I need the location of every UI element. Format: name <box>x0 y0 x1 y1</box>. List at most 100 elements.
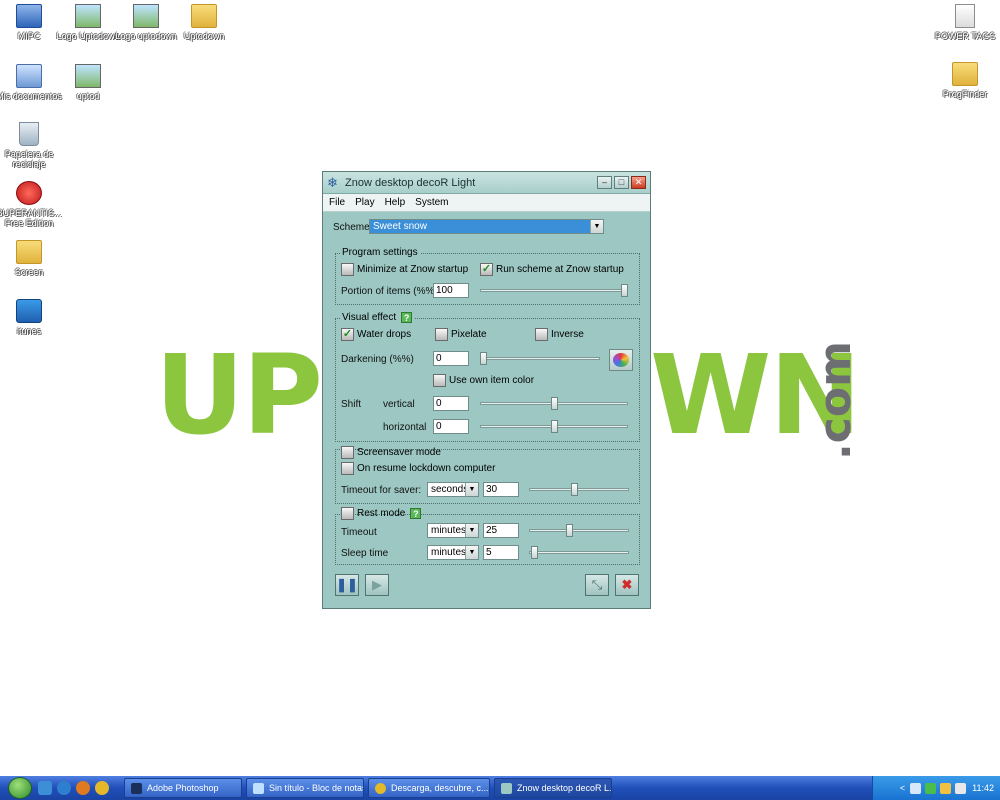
chevron-down-icon: ▼ <box>590 220 603 233</box>
superantispyware-icon <box>16 181 42 205</box>
clock[interactable]: 11:42 <box>972 783 994 793</box>
slider-thumb[interactable] <box>621 284 628 297</box>
chevron-left-icon[interactable]: < <box>900 783 905 793</box>
use-own-item-color-checkbox[interactable]: Use own item color <box>433 374 534 387</box>
desktop-icon-screen[interactable]: Screen <box>0 240 65 277</box>
minimize-at-startup-checkbox[interactable]: Minimize at Znow startup <box>341 263 468 276</box>
timeout-saver-unit-select[interactable]: seconds ▼ <box>427 482 479 497</box>
darkening-slider[interactable] <box>480 352 600 365</box>
sleep-time-input[interactable]: 5 <box>483 545 519 560</box>
task-browser[interactable]: Descarga, descubre, c... <box>368 778 490 798</box>
desktop-icon-uptod[interactable]: uptod <box>52 64 124 101</box>
notepad-icon <box>253 782 264 794</box>
menu-file[interactable]: File <box>329 197 345 208</box>
darkening-input[interactable]: 0 <box>433 351 469 366</box>
minimize-button[interactable]: – <box>597 176 612 189</box>
resize-button[interactable]: ⤡ <box>585 574 609 596</box>
rest-timeout-label: Timeout <box>341 527 377 538</box>
checkbox-box <box>341 507 354 520</box>
program-settings-title: Program settings <box>340 247 420 258</box>
image-file-icon <box>75 4 101 28</box>
horizontal-label: horizontal <box>383 422 427 433</box>
timeout-saver-label: Timeout for saver: <box>341 485 422 496</box>
rest-mode-help-button[interactable]: ? <box>410 508 422 519</box>
color-palette-button[interactable] <box>609 349 633 371</box>
desktop-icon-progfinder[interactable]: ProgFinder <box>929 62 1000 99</box>
desktop-icon-superantispyware[interactable]: SUPERANTIS... Free Edition <box>0 181 65 228</box>
desktop-icon-uptodown-folder[interactable]: Uptodown <box>168 4 240 41</box>
desktop-icon-itunes[interactable]: itunes <box>0 299 65 336</box>
rest-timeout-unit-select[interactable]: minutes ▼ <box>427 523 479 538</box>
timeout-saver-input[interactable]: 30 <box>483 482 519 497</box>
uptodown-logo-left: UP <box>155 331 323 459</box>
check-icon: ✓ <box>480 263 493 276</box>
network-icon[interactable] <box>910 782 922 794</box>
alert-icon[interactable] <box>940 782 952 794</box>
lockdown-checkbox[interactable]: On resume lockdown computer <box>341 462 495 475</box>
run-scheme-at-startup-checkbox[interactable]: ✓ Run scheme at Znow startup <box>480 263 624 276</box>
program-settings-group: Program settings <box>335 247 640 305</box>
screensaver-mode-checkbox[interactable]: Screensaver mode <box>341 446 441 459</box>
resize-icon: ⤡ <box>591 577 603 592</box>
shift-label: Shift <box>341 399 362 410</box>
menu-system[interactable]: System <box>415 197 448 208</box>
visual-effect-help-button[interactable]: ? <box>401 312 413 323</box>
timeout-saver-slider[interactable] <box>529 483 629 496</box>
portion-slider[interactable] <box>480 284 628 297</box>
vertical-shift-input[interactable]: 0 <box>433 396 469 411</box>
start-button[interactable] <box>8 777 32 799</box>
desktop-icon-power-tags[interactable]: POWER TAGS <box>929 4 1000 41</box>
exit-button[interactable]: ✖ <box>615 574 639 596</box>
pause-button[interactable]: ❚❚ <box>335 574 359 596</box>
chrome-icon[interactable] <box>95 781 109 795</box>
slider-thumb[interactable] <box>551 397 558 410</box>
image-file-icon <box>133 4 159 28</box>
play-icon: ▶ <box>372 577 382 592</box>
menu-help[interactable]: Help <box>385 197 406 208</box>
security-icon[interactable] <box>925 782 937 794</box>
firefox-icon[interactable] <box>76 781 90 795</box>
slider-thumb[interactable] <box>531 546 538 559</box>
window-titlebar[interactable]: ❄ Znow desktop decoR Light – □ ✕ <box>323 172 650 194</box>
water-drops-checkbox[interactable]: ✓ Water drops <box>341 328 411 341</box>
rest-timeout-slider[interactable] <box>529 524 629 537</box>
rest-timeout-input[interactable]: 25 <box>483 523 519 538</box>
pause-icon: ❚❚ <box>336 577 358 592</box>
portion-input[interactable]: 100 <box>433 283 469 298</box>
close-window-button[interactable]: ✕ <box>631 176 646 189</box>
task-photoshop[interactable]: Adobe Photoshop <box>124 778 242 798</box>
maximize-button[interactable]: □ <box>614 176 629 189</box>
horizontal-shift-input[interactable]: 0 <box>433 419 469 434</box>
task-notepad[interactable]: Sin título - Bloc de notas <box>246 778 364 798</box>
itunes-icon <box>16 299 42 323</box>
photoshop-icon <box>131 782 142 794</box>
taskbar: Adobe Photoshop Sin título - Bloc de not… <box>0 776 1000 800</box>
show-desktop-icon[interactable] <box>38 781 52 795</box>
vertical-shift-slider[interactable] <box>480 397 628 410</box>
close-icon: ✖ <box>621 577 633 592</box>
file-icon <box>955 4 975 28</box>
task-znow[interactable]: Znow desktop decoR L... <box>494 778 612 798</box>
slider-thumb[interactable] <box>480 352 487 365</box>
chrome-icon <box>375 782 386 794</box>
image-file-icon <box>75 64 101 88</box>
slider-thumb[interactable] <box>551 420 558 433</box>
recycle-bin-icon <box>19 122 39 146</box>
sleep-time-slider[interactable] <box>529 546 629 559</box>
checkbox-box <box>435 328 448 341</box>
window-title: Znow desktop decoR Light <box>345 176 476 189</box>
play-button[interactable]: ▶ <box>365 574 389 596</box>
volume-icon[interactable] <box>955 782 967 794</box>
palette-icon <box>613 353 629 367</box>
internet-explorer-icon[interactable] <box>57 781 71 795</box>
pixelate-checkbox[interactable]: Pixelate <box>435 328 487 341</box>
inverse-checkbox[interactable]: Inverse <box>535 328 584 341</box>
desktop-icon-recycle-bin[interactable]: Papelera de reciclaje <box>0 122 65 169</box>
horizontal-shift-slider[interactable] <box>480 420 628 433</box>
sleep-time-unit-select[interactable]: minutes ▼ <box>427 545 479 560</box>
menu-play[interactable]: Play <box>355 197 374 208</box>
slider-thumb[interactable] <box>571 483 578 496</box>
rest-mode-checkbox[interactable]: Rest mode ? <box>341 507 422 520</box>
scheme-select[interactable]: Sweet snow ▼ <box>369 219 604 234</box>
slider-thumb[interactable] <box>566 524 573 537</box>
